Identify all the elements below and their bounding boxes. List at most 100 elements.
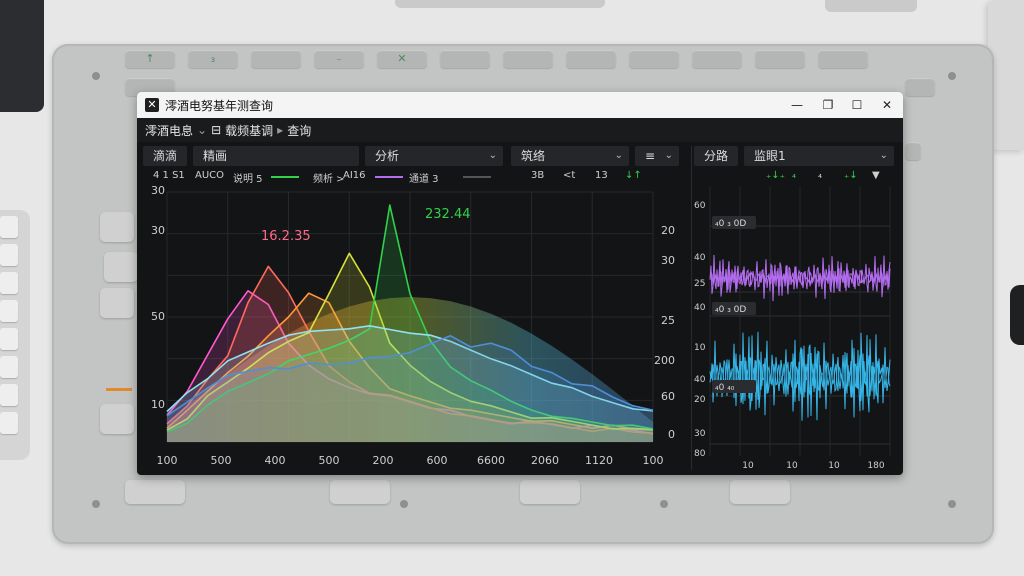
desk-pad (395, 0, 605, 8)
chevron-down-icon: ⌄ (879, 150, 888, 161)
y-tick-label: 60 (694, 201, 706, 211)
waveform-chart[interactable]: ₄0 ₃ 0D ₄0 ₃ 0D ₄0 ₄₀ 60 40 25 40 10 40 20 30 80 10 1… (692, 186, 896, 470)
side-key-6[interactable] (330, 480, 390, 504)
legend-item: ₄ (792, 170, 797, 181)
menu-item-2[interactable]: 载频基调 (225, 122, 273, 139)
x-tick-label: 200 (373, 454, 394, 467)
legend-line-purple (375, 176, 403, 178)
filter-icon[interactable]: ▼ (872, 170, 880, 181)
network-dropdown[interactable]: 筑络 ⌄ (511, 146, 629, 166)
x-tick-label: 2060 (531, 454, 559, 467)
peak-label: 16.2.35 (261, 229, 311, 244)
title-bar[interactable]: ✕ 澪酒电努基年测查询 — ❐ ☐ ✕ (137, 92, 903, 118)
spectrum-panel: 滴滴 精画 分析 ⌄ 筑络 ⌄ ≡ ⌄ 4 1 S1 AUCO 说明 5 频析 … (143, 146, 681, 470)
waveform-panel: 分路 监眼1 ⌄ ₊↓₊ ₄ ₄ ₊↓ ▼ ₄0 ₃ 0D ₄0 ₃ 0D ₄0 ₄… (691, 146, 896, 470)
legend-item: AUCO (195, 170, 225, 181)
legend: 4 1 S1 AUCO 说明 5 频析 > AI16 通道 3 3B <t 13… (143, 170, 681, 185)
tablet-key-10[interactable] (692, 50, 742, 68)
legend-item: ₊↓₊ (766, 170, 785, 181)
legend-item: 频析 > (313, 174, 345, 185)
tablet-key-11[interactable] (755, 50, 805, 68)
x-tick-label: 6600 (477, 454, 505, 467)
waveform-tag-label: ₄0 ₄₀ (715, 383, 735, 393)
tablet-key-2[interactable]: ₃ (188, 50, 238, 68)
desk-device-left (0, 0, 44, 112)
x-tick-label: 400 (265, 454, 286, 467)
chevron-down-icon[interactable]: ⌄ (197, 123, 207, 137)
y-tick-label-right: 30 (661, 254, 675, 267)
menu-icon[interactable]: ⊟ (211, 123, 221, 137)
y-tick-label: 30 (694, 429, 706, 439)
waveform-legend: ₊↓₊ ₄ ₄ ₊↓ ▼ (692, 170, 892, 184)
side-key-3[interactable] (100, 288, 134, 318)
legend-line-green (271, 176, 299, 178)
tablet-key-row3-1[interactable] (905, 142, 921, 160)
legend-item: 说明 5 (233, 174, 263, 185)
window-title: 澪酒电努基年测查询 (165, 98, 274, 113)
menu-bar: 澪酒电息 ⌄ ⊟ 载频基调 ▸ 查询 (137, 118, 903, 142)
y-tick-label: 30 (151, 186, 165, 197)
tablet-key-8[interactable] (566, 50, 616, 68)
x-tick-label: 1120 (585, 454, 613, 467)
legend-item: AI16 (343, 170, 366, 181)
legend-line-dark (463, 176, 491, 178)
tablet-key-6[interactable] (440, 50, 490, 68)
maximize-button[interactable]: ❐ (813, 92, 843, 118)
tablet-key-3[interactable] (251, 50, 301, 68)
tablet-key-12[interactable] (818, 50, 868, 68)
tablet-key-row2-2[interactable] (905, 78, 935, 96)
side-key-5[interactable] (125, 480, 185, 504)
y-tick-label: 30 (151, 224, 165, 237)
y-tick-label: 80 (694, 449, 706, 459)
waveform-ticks: ₄0 ₃ 0D ₄0 ₃ 0D ₄0 ₄₀ 60 40 25 40 10 40 20 30 80 10 1… (694, 201, 885, 470)
spectrum-chart[interactable]: 16.2.35232.44100 500 400 500 200 600 6600 2060 1… (143, 186, 681, 470)
x-tick-label: 100 (157, 454, 178, 467)
screw (92, 72, 100, 80)
tablet-key-5[interactable]: ✕ (377, 50, 427, 68)
restore-button[interactable]: ☐ (842, 92, 872, 118)
screw (948, 72, 956, 80)
side-key-7[interactable] (520, 480, 580, 504)
tablet-key-7[interactable] (503, 50, 553, 68)
close-button[interactable]: ✕ (872, 92, 902, 118)
legend-item: 4 1 S1 (153, 170, 185, 181)
app-window: ✕ 澪酒电努基年测查询 — ❐ ☐ ✕ 澪酒电息 ⌄ ⊟ 载频基调 ▸ 查询 滴… (137, 92, 903, 475)
legend-item: 13 (595, 170, 608, 181)
toolbar-box-1[interactable]: 滴滴 (143, 146, 187, 166)
menu-item-3[interactable]: 查询 (287, 122, 311, 139)
analysis-dropdown-label: 分析 (375, 149, 400, 163)
side-key-4[interactable] (100, 404, 134, 434)
menu-dropdown[interactable]: ≡ ⌄ (635, 146, 679, 166)
y-tick-label: 20 (694, 395, 706, 405)
side-key-1[interactable] (100, 212, 134, 242)
legend-item: <t (563, 170, 576, 181)
x-tick-label: 10 (828, 461, 840, 470)
legend-item-green[interactable]: ↓↑ (625, 170, 642, 181)
x-tick-label: 500 (319, 454, 340, 467)
chevron-down-icon: ⌄ (488, 150, 497, 161)
menu-item-1[interactable]: 澪酒电息 (145, 122, 193, 139)
x-tick-label: 600 (427, 454, 448, 467)
tablet-key-4[interactable]: ₋ (314, 50, 364, 68)
side-key-2[interactable] (104, 252, 138, 282)
y-tick-label-right: 200 (654, 354, 675, 367)
legend-item: 通道 3 (409, 174, 439, 185)
screw (948, 500, 956, 508)
side-key-8[interactable] (730, 480, 790, 504)
tablet-key-9[interactable] (629, 50, 679, 68)
monitor-dropdown[interactable]: 监眼1 ⌄ (744, 146, 894, 166)
x-tick-label: 100 (643, 454, 664, 467)
minimize-button[interactable]: — (782, 92, 812, 118)
chevron-down-icon: ⌄ (664, 150, 673, 161)
toolbar-box-2-label: 精画 (203, 149, 228, 163)
analysis-dropdown[interactable]: 分析 ⌄ (365, 146, 503, 166)
x-tick-label: 180 (867, 461, 884, 470)
toolbar-box-2[interactable]: 精画 (193, 146, 359, 166)
menu-icon: ≡ (645, 149, 656, 163)
y-tick-label: 10 (151, 398, 165, 411)
y-tick-label: 25 (694, 279, 705, 289)
tablet-key-up[interactable]: ↑ (125, 50, 175, 68)
channel-box[interactable]: 分路 (694, 146, 738, 166)
y-tick-label: 40 (694, 303, 706, 313)
legend-item: 3B (531, 170, 545, 181)
